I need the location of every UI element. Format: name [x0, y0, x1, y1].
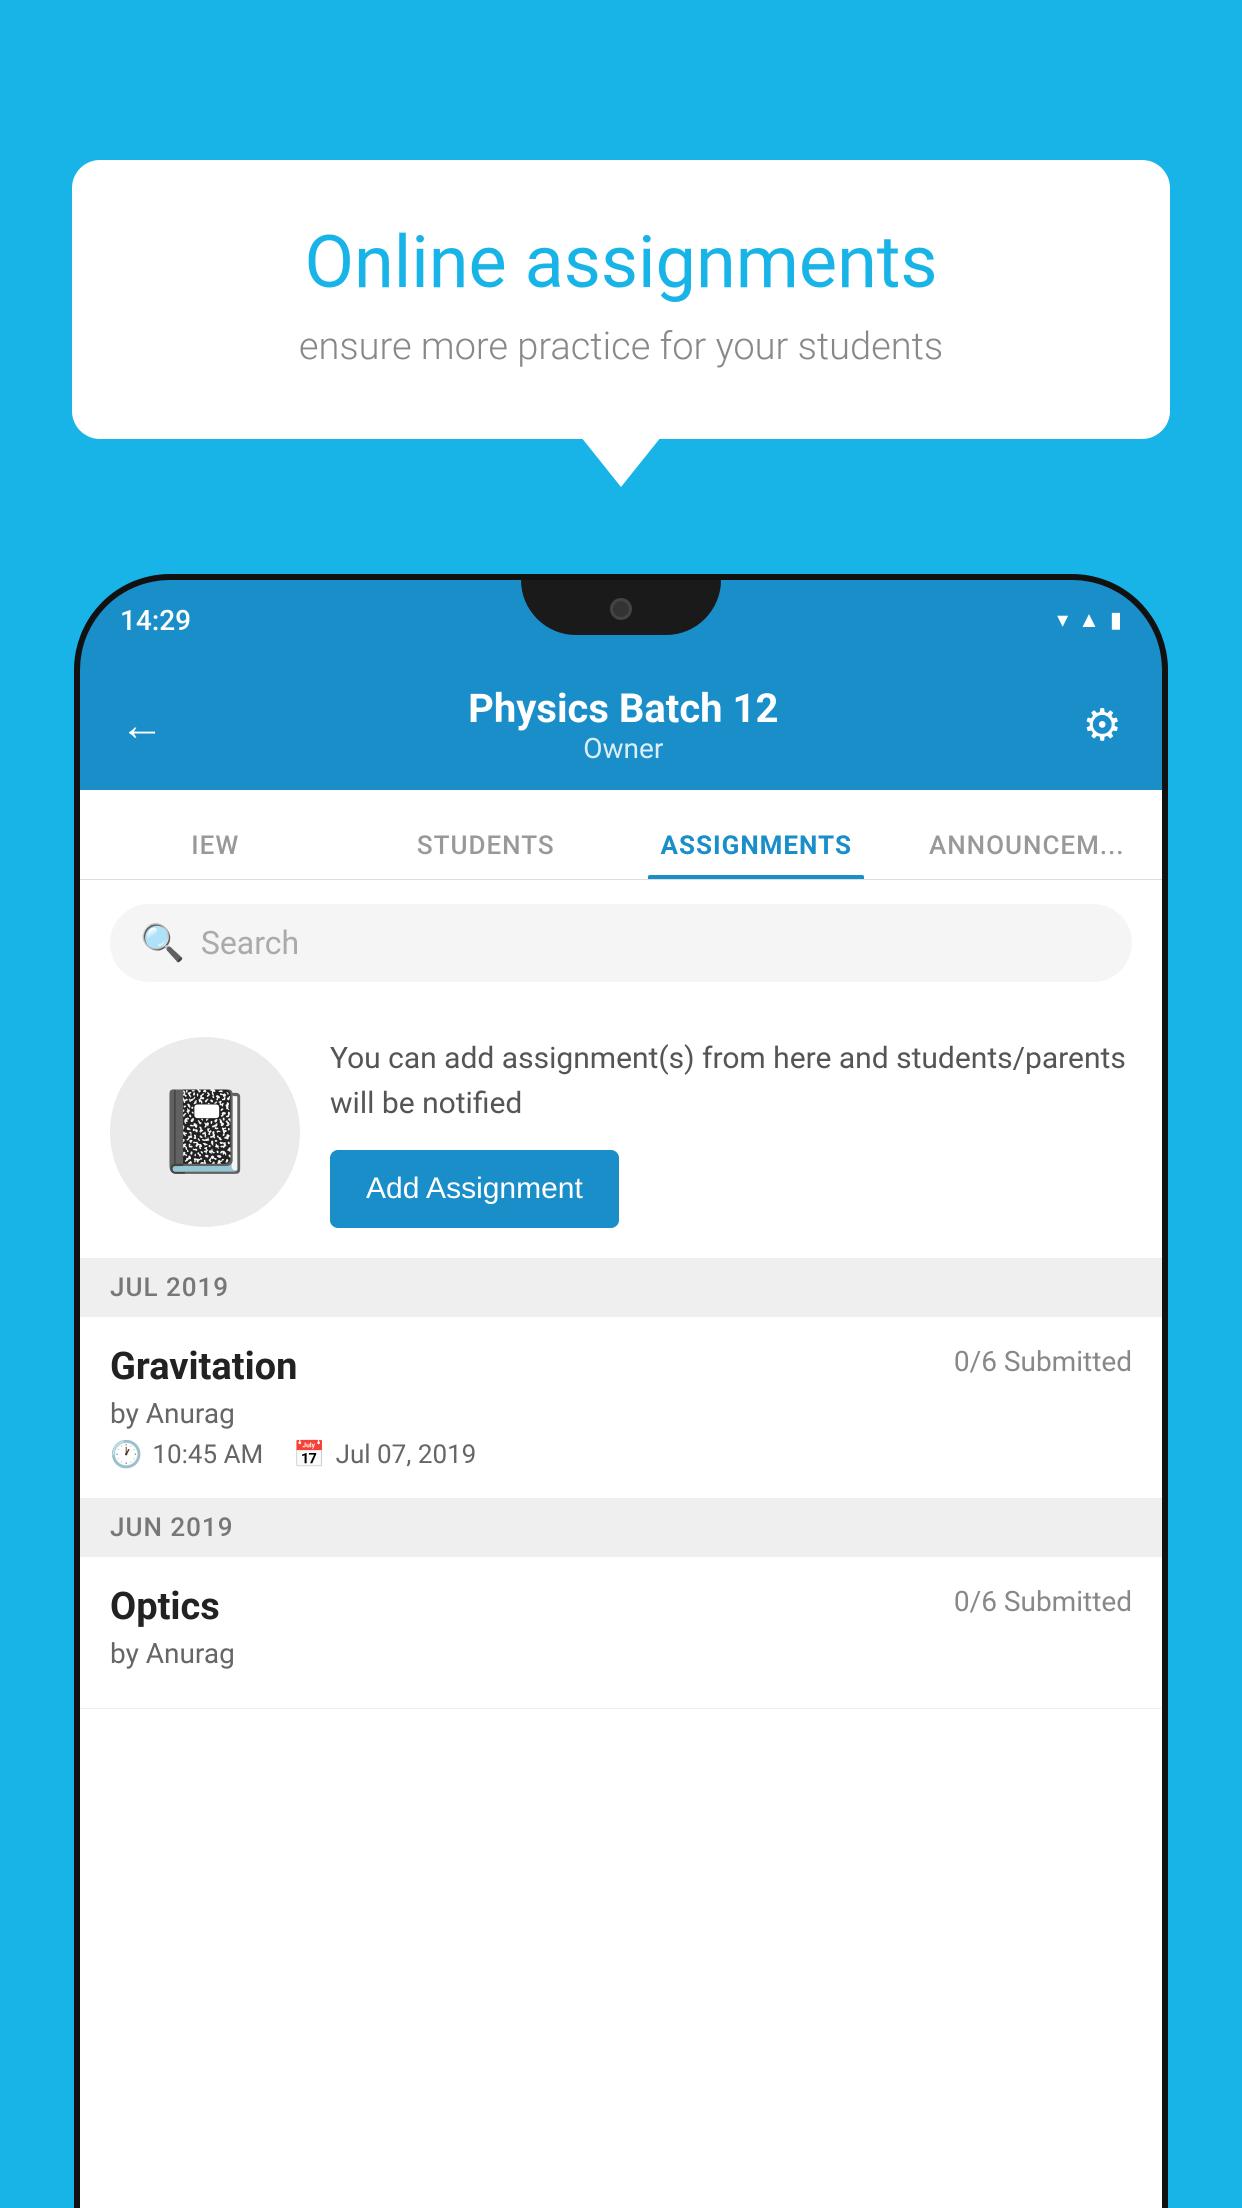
assignment-top: Optics 0/6 Submitted [110, 1585, 1132, 1629]
tab-bar: IEW STUDENTS ASSIGNMENTS ANNOUNCEM... [80, 790, 1162, 880]
content-area: 🔍 Search 📓 You can add assignment(s) fro… [80, 880, 1162, 2208]
assignment-by: by Anurag [110, 1637, 1132, 1670]
list-item[interactable]: Gravitation 0/6 Submitted by Anurag 🕐 10… [80, 1317, 1162, 1499]
promo-right: You can add assignment(s) from here and … [330, 1036, 1132, 1228]
date-value: Jul 07, 2019 [336, 1440, 477, 1470]
battery-icon: ▮ [1110, 608, 1122, 633]
batch-subtitle: Owner [468, 732, 778, 765]
tab-announcements[interactable]: ANNOUNCEM... [892, 831, 1163, 879]
phone: 14:29 ▾ ▲ ▮ ← Physics Batch 12 Owner ⚙ I… [80, 580, 1162, 2208]
tab-students[interactable]: STUDENTS [351, 831, 622, 879]
app-header: ← Physics Batch 12 Owner ⚙ [80, 660, 1162, 790]
assignment-by: by Anurag [110, 1397, 1132, 1430]
month-header-jul: JUL 2019 [80, 1259, 1162, 1317]
clock-icon: 🕐 [110, 1440, 142, 1470]
bubble-title: Online assignments [132, 220, 1110, 305]
search-bar[interactable]: 🔍 Search [110, 904, 1132, 982]
assignment-name: Gravitation [110, 1345, 297, 1389]
status-bar: 14:29 ▾ ▲ ▮ [80, 580, 1162, 660]
speech-bubble: Online assignments ensure more practice … [72, 160, 1170, 439]
camera-dot [610, 598, 632, 620]
signal-icon: ▲ [1078, 607, 1100, 633]
bubble-subtitle: ensure more practice for your students [132, 325, 1110, 369]
tab-assignments[interactable]: ASSIGNMENTS [621, 831, 892, 879]
month-header-jun: JUN 2019 [80, 1499, 1162, 1557]
assignment-meta: 🕐 10:45 AM 📅 Jul 07, 2019 [110, 1440, 1132, 1470]
assignment-top: Gravitation 0/6 Submitted [110, 1345, 1132, 1389]
list-item[interactable]: Optics 0/6 Submitted by Anurag [80, 1557, 1162, 1709]
notebook-icon: 📓 [155, 1085, 255, 1179]
add-assignment-button[interactable]: Add Assignment [330, 1150, 619, 1228]
status-time: 14:29 [120, 604, 191, 637]
settings-icon[interactable]: ⚙ [1083, 699, 1122, 751]
header-title-block: Physics Batch 12 Owner [468, 685, 778, 765]
assignment-submitted: 0/6 Submitted [954, 1345, 1132, 1378]
promo-icon-circle: 📓 [110, 1037, 300, 1227]
calendar-icon: 📅 [293, 1440, 325, 1470]
search-icon: 🔍 [140, 922, 185, 964]
promo-text: You can add assignment(s) from here and … [330, 1036, 1132, 1126]
assignment-name: Optics [110, 1585, 220, 1629]
promo-block: 📓 You can add assignment(s) from here an… [80, 1006, 1162, 1259]
notch [521, 580, 721, 635]
time-value: 10:45 AM [152, 1440, 263, 1470]
status-icons: ▾ ▲ ▮ [1057, 607, 1122, 633]
wifi-icon: ▾ [1057, 608, 1068, 633]
tab-iew[interactable]: IEW [80, 831, 351, 879]
batch-title: Physics Batch 12 [468, 685, 778, 732]
meta-time: 🕐 10:45 AM [110, 1440, 263, 1470]
meta-date: 📅 Jul 07, 2019 [293, 1440, 476, 1470]
assignment-submitted: 0/6 Submitted [954, 1585, 1132, 1618]
back-button[interactable]: ← [120, 699, 164, 751]
search-placeholder: Search [201, 924, 299, 962]
